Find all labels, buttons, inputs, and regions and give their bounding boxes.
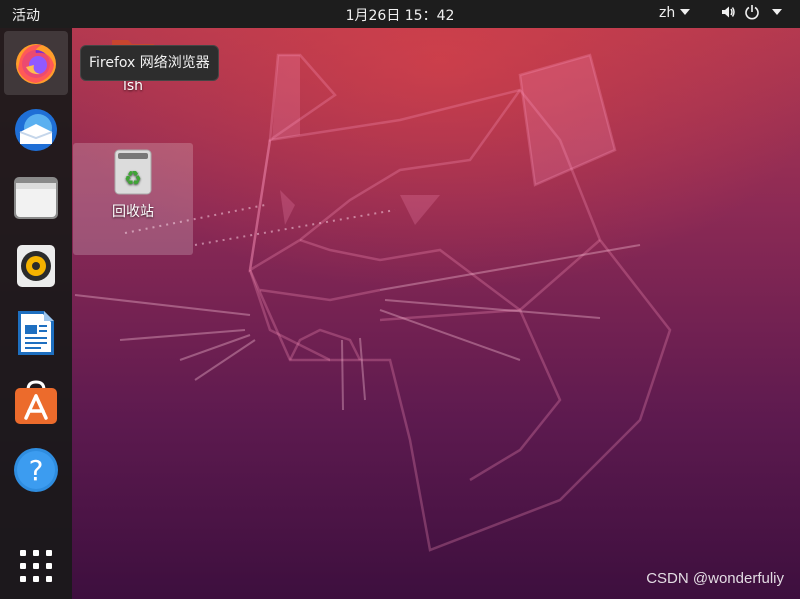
dock-item-rhythmbox[interactable]: [4, 234, 68, 298]
dock-item-help[interactable]: ?: [4, 438, 68, 502]
firefox-icon: [16, 44, 56, 84]
thunderbird-icon: [15, 109, 57, 151]
firefox-tooltip: Firefox 网络浏览器: [80, 45, 219, 81]
show-applications-button[interactable]: [18, 548, 54, 584]
files-icon: [14, 177, 58, 219]
volume-icon: [722, 6, 735, 18]
show-applications-icon: [18, 548, 54, 584]
dock-item-files[interactable]: [4, 166, 68, 230]
system-menu[interactable]: [720, 4, 782, 20]
language-indicator[interactable]: zh: [659, 5, 691, 21]
dock-item-writer[interactable]: [4, 301, 68, 365]
chevron-down-icon: [680, 9, 691, 15]
top-bar: 活动 1月26日 15：42 zh: [0, 0, 800, 28]
chevron-down-icon: [772, 9, 782, 15]
power-icon: [745, 5, 759, 20]
desktop-icon-trash[interactable]: ♻ 回收站: [73, 143, 193, 255]
language-label: zh: [659, 5, 676, 21]
trash-icon: ♻: [114, 149, 152, 195]
watermark: CSDN @wonderfuliy: [646, 570, 784, 587]
activities-button[interactable]: 活动: [12, 5, 40, 25]
software-icon: [15, 380, 57, 424]
writer-icon: [18, 311, 54, 355]
help-icon: ?: [14, 448, 58, 492]
rhythmbox-icon: [17, 245, 55, 287]
dock-item-firefox[interactable]: [4, 31, 68, 95]
dock-item-ubuntu-software[interactable]: [4, 370, 68, 434]
desktop-icon-label: 回收站: [112, 204, 154, 220]
svg-text:?: ?: [29, 454, 44, 487]
dock: ?: [0, 28, 72, 599]
svg-text:♻: ♻: [124, 166, 142, 190]
dock-item-thunderbird[interactable]: [4, 98, 68, 162]
clock-button[interactable]: 1月26日 15：42: [346, 8, 455, 24]
